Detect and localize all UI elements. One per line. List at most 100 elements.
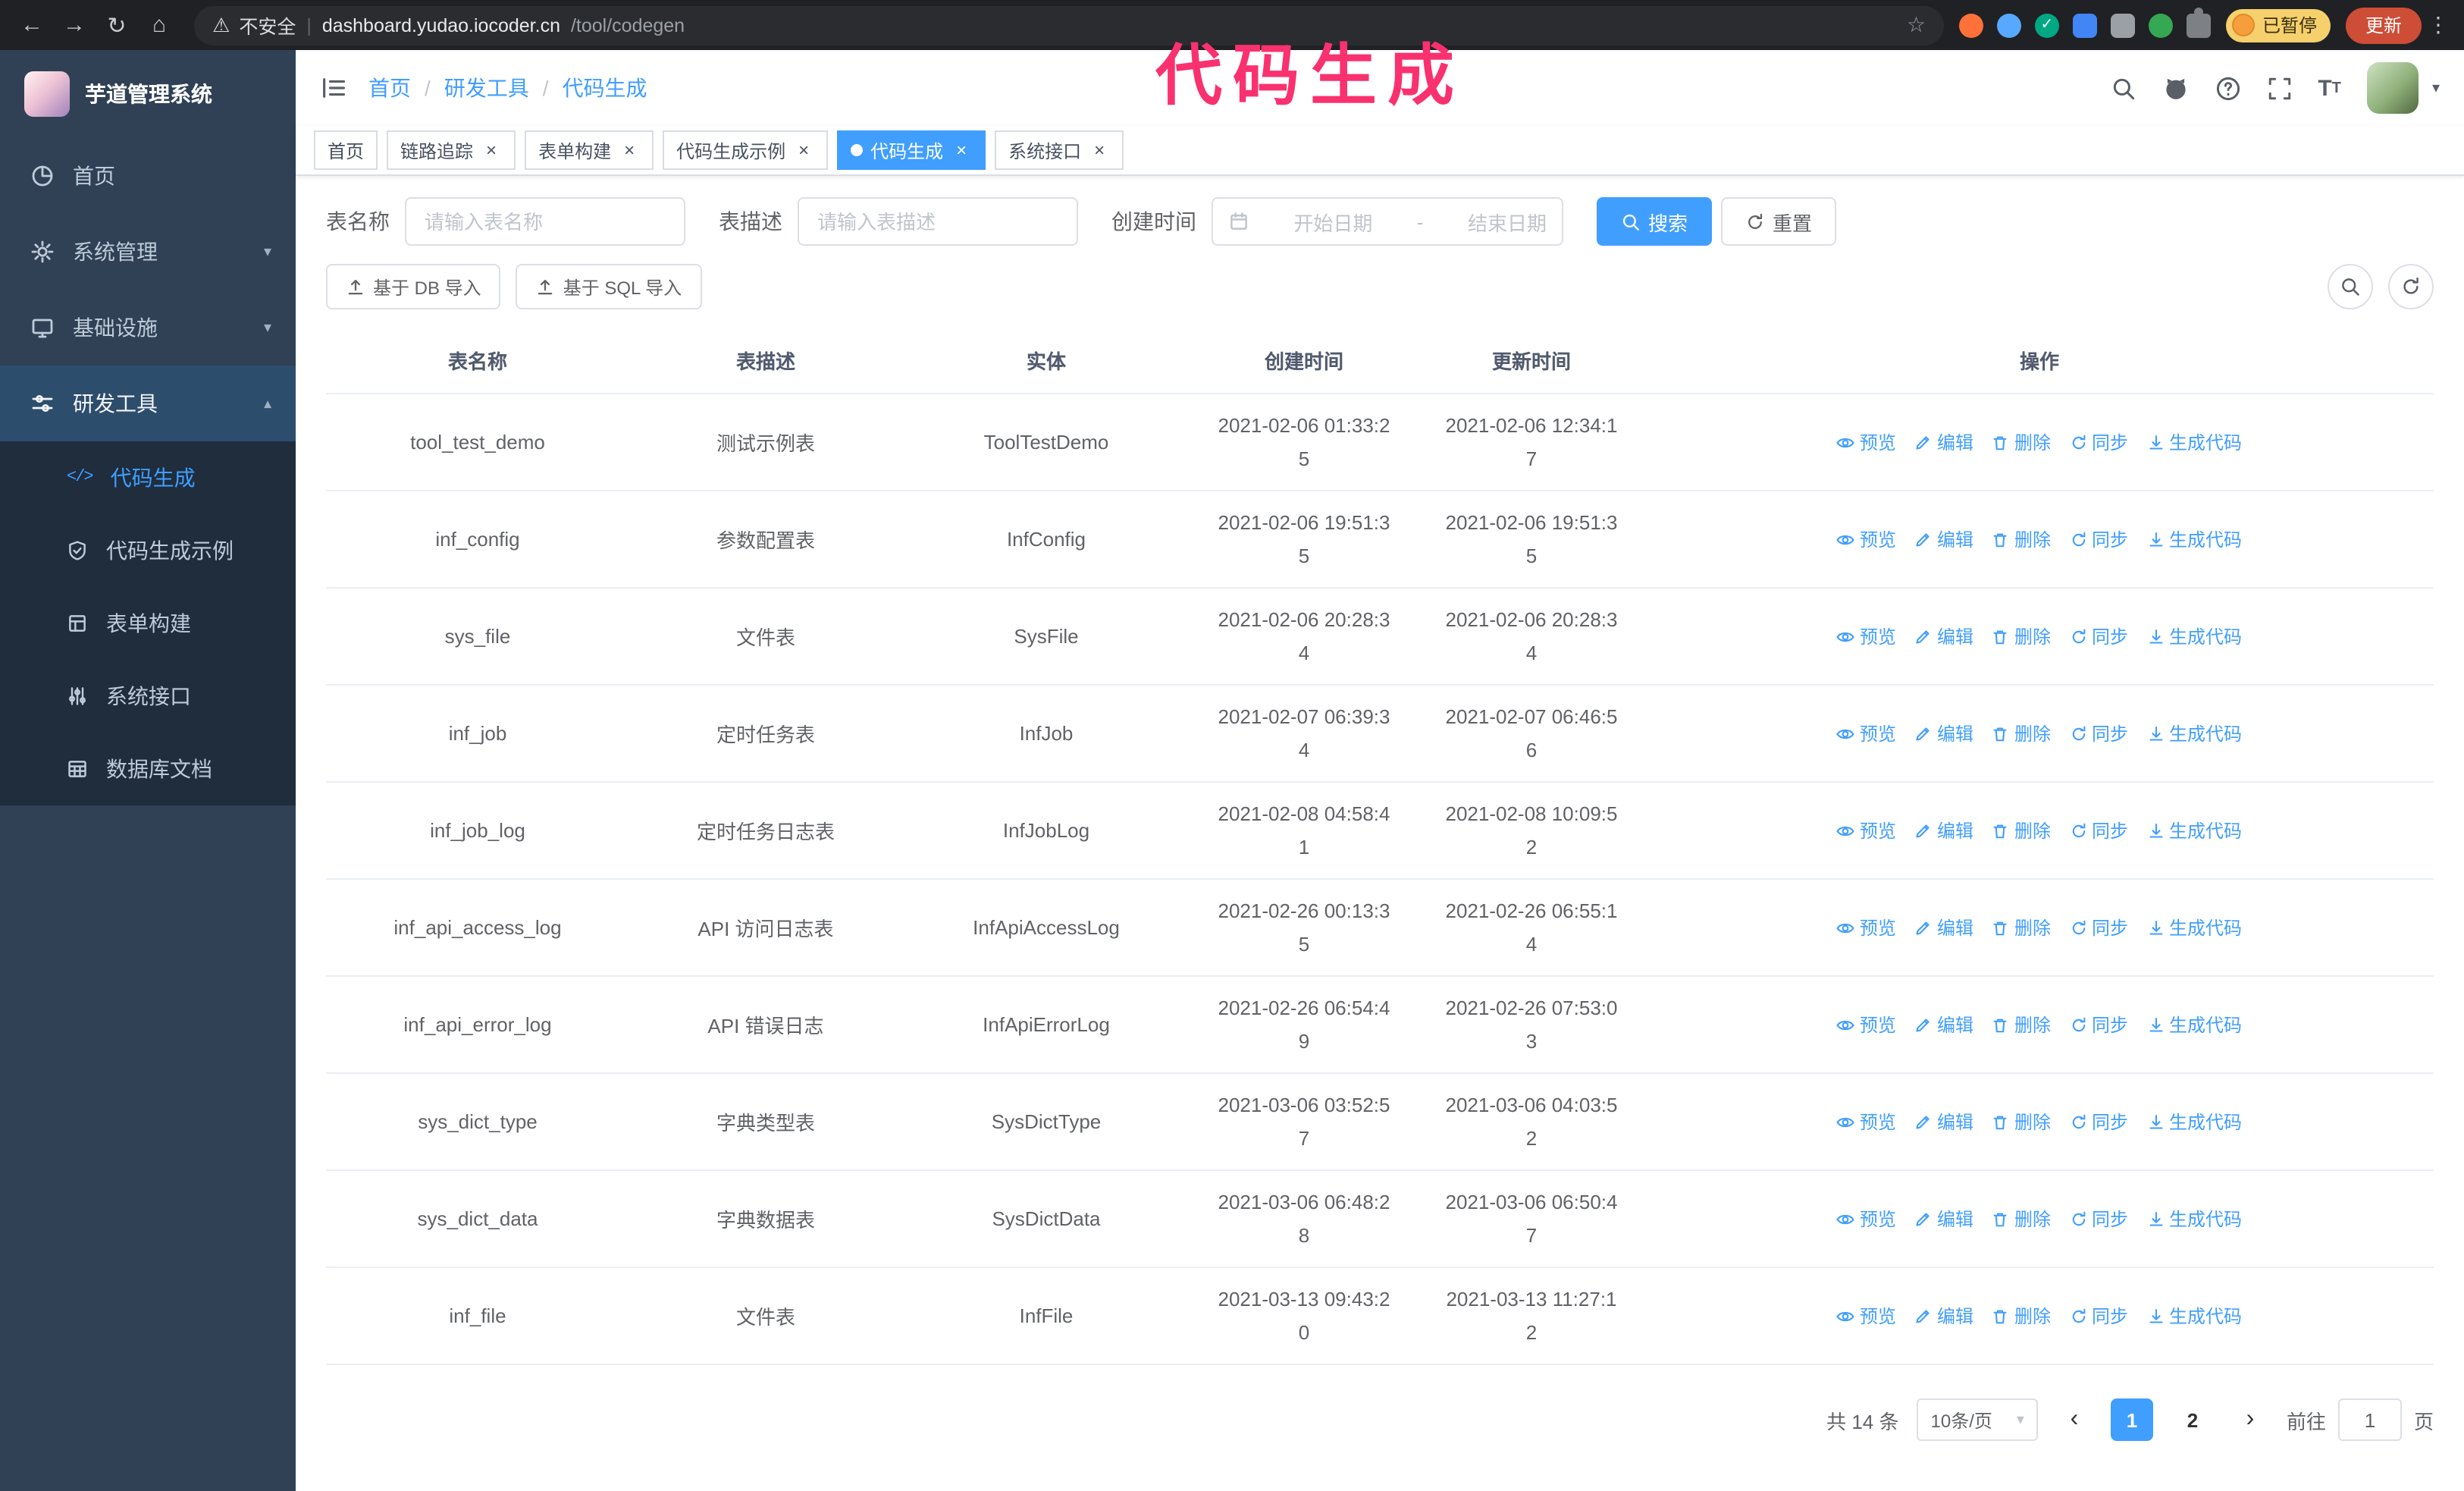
bookmark-star-icon[interactable]: ☆ [1907, 12, 1926, 38]
close-icon[interactable]: × [1089, 140, 1110, 161]
edit-link[interactable]: 编辑 [1914, 429, 1973, 455]
preview-link[interactable]: 预览 [1837, 915, 1896, 940]
generate-code-link[interactable]: 生成代码 [2146, 720, 2242, 746]
generate-code-link[interactable]: 生成代码 [2146, 915, 2242, 940]
generate-code-link[interactable]: 生成代码 [2146, 818, 2242, 843]
prev-page-icon[interactable]: ‹ [2056, 1398, 2093, 1441]
sync-link[interactable]: 同步 [2069, 429, 2128, 455]
generate-code-link[interactable]: 生成代码 [2146, 1109, 2242, 1135]
edit-link[interactable]: 编辑 [1914, 1109, 1973, 1135]
sync-link[interactable]: 同步 [2069, 1109, 2128, 1135]
edit-link[interactable]: 编辑 [1914, 915, 1973, 940]
sync-link[interactable]: 同步 [2069, 1206, 2128, 1232]
preview-link[interactable]: 预览 [1837, 720, 1896, 746]
font-size-icon[interactable]: TT [2318, 75, 2341, 101]
preview-link[interactable]: 预览 [1837, 1206, 1896, 1232]
fullscreen-icon[interactable] [2266, 75, 2292, 101]
delete-link[interactable]: 删除 [1992, 429, 2051, 455]
search-button[interactable]: 搜索 [1597, 197, 1713, 246]
delete-link[interactable]: 删除 [1992, 623, 2051, 649]
tab-form-builder[interactable]: 表单构建 × [525, 130, 654, 170]
date-range-picker[interactable]: 开始日期 - 结束日期 [1212, 197, 1563, 246]
toggle-search-icon[interactable] [2328, 264, 2373, 309]
sync-link[interactable]: 同步 [2069, 720, 2128, 746]
delete-link[interactable]: 删除 [1992, 526, 2051, 552]
breadcrumb-devtools[interactable]: 研发工具 [444, 73, 529, 103]
preview-link[interactable]: 预览 [1837, 526, 1896, 552]
preview-link[interactable]: 预览 [1837, 1109, 1896, 1135]
preview-link[interactable]: 预览 [1837, 1012, 1896, 1037]
tab-codegen[interactable]: 代码生成 × [837, 130, 986, 170]
avatar-caret-icon[interactable]: ▾ [2432, 80, 2440, 96]
sidebar-item-db-doc[interactable]: 数据库文档 [0, 733, 296, 805]
browser-update-button[interactable]: 更新 [2345, 7, 2422, 43]
extension-icon-people[interactable] [2072, 13, 2097, 37]
edit-link[interactable]: 编辑 [1914, 1303, 1973, 1329]
sync-link[interactable]: 同步 [2069, 1303, 2128, 1329]
extension-icon-orange[interactable] [1958, 13, 1983, 37]
extension-icon-leaf[interactable] [2148, 13, 2173, 37]
extension-icon-green-check[interactable]: ✓ [2034, 13, 2059, 37]
home-icon[interactable]: ⌂ [140, 5, 179, 45]
edit-link[interactable]: 编辑 [1914, 1012, 1973, 1037]
tab-system-api[interactable]: 系统接口 × [995, 130, 1124, 170]
reset-button[interactable]: 重置 [1721, 197, 1837, 246]
github-icon[interactable] [2161, 74, 2189, 102]
back-icon[interactable]: ← [12, 5, 52, 45]
sync-link[interactable]: 同步 [2069, 623, 2128, 649]
sidebar-item-devtools[interactable]: 研发工具 ▾ [0, 366, 296, 441]
close-icon[interactable]: × [481, 140, 502, 161]
extensions-puzzle-icon[interactable] [2186, 7, 2211, 37]
sidebar-item-system[interactable]: 系统管理 ▾ [0, 214, 296, 290]
preview-link[interactable]: 预览 [1837, 818, 1896, 843]
preview-link[interactable]: 预览 [1837, 429, 1896, 455]
sidebar-item-home[interactable]: 首页 [0, 138, 296, 214]
delete-link[interactable]: 删除 [1992, 720, 2051, 746]
sidebar-item-codegen[interactable]: </> 代码生成 [0, 441, 296, 514]
forward-icon[interactable]: → [55, 5, 94, 45]
tab-home[interactable]: 首页 [314, 130, 378, 170]
import-db-button[interactable]: 基于 DB 导入 [326, 264, 501, 309]
preview-link[interactable]: 预览 [1837, 623, 1896, 649]
edit-link[interactable]: 编辑 [1914, 720, 1973, 746]
breadcrumb-home[interactable]: 首页 [368, 73, 411, 103]
sync-link[interactable]: 同步 [2069, 818, 2128, 843]
table-name-input[interactable] [405, 197, 685, 246]
logo[interactable]: 芋道管理系统 [0, 50, 296, 138]
generate-code-link[interactable]: 生成代码 [2146, 1012, 2242, 1037]
sidebar-item-codegen-example[interactable]: 代码生成示例 [0, 514, 296, 587]
extension-icon-blue[interactable] [1996, 13, 2021, 37]
goto-page-input[interactable] [2337, 1398, 2402, 1441]
reload-icon[interactable]: ↻ [97, 5, 136, 45]
delete-link[interactable]: 删除 [1992, 1206, 2051, 1232]
help-icon[interactable] [2215, 75, 2240, 101]
sidebar-item-infra[interactable]: 基础设施 ▾ [0, 290, 296, 366]
edit-link[interactable]: 编辑 [1914, 526, 1973, 552]
generate-code-link[interactable]: 生成代码 [2146, 429, 2242, 455]
paused-extension-badge[interactable]: 已暂停 [2225, 8, 2331, 42]
delete-link[interactable]: 删除 [1992, 1012, 2051, 1037]
generate-code-link[interactable]: 生成代码 [2146, 623, 2242, 649]
close-icon[interactable]: × [951, 140, 972, 161]
page-button-1[interactable]: 1 [2110, 1398, 2153, 1441]
sync-link[interactable]: 同步 [2069, 526, 2128, 552]
browser-menu-icon[interactable]: ⋮ [2425, 12, 2452, 38]
delete-link[interactable]: 删除 [1992, 915, 2051, 940]
generate-code-link[interactable]: 生成代码 [2146, 1303, 2242, 1329]
generate-code-link[interactable]: 生成代码 [2146, 1206, 2242, 1232]
delete-link[interactable]: 删除 [1992, 1109, 2051, 1135]
refresh-table-icon[interactable] [2388, 264, 2434, 309]
sidebar-item-form-builder[interactable]: 表单构建 [0, 587, 296, 660]
sync-link[interactable]: 同步 [2069, 1012, 2128, 1037]
page-size-select[interactable]: 10条/页 ▾ [1917, 1398, 2038, 1441]
extension-icon-gray[interactable] [2110, 13, 2135, 37]
hamburger-icon[interactable] [320, 74, 347, 102]
close-icon[interactable]: × [619, 140, 640, 161]
tab-tracing[interactable]: 链路追踪 × [387, 130, 516, 170]
avatar[interactable] [2366, 62, 2419, 114]
page-button-2[interactable]: 2 [2171, 1398, 2214, 1441]
security-chip[interactable]: ⚠ 不安全 [212, 11, 296, 39]
tab-codegen-example[interactable]: 代码生成示例 × [663, 130, 829, 170]
sync-link[interactable]: 同步 [2069, 915, 2128, 940]
delete-link[interactable]: 删除 [1992, 818, 2051, 843]
